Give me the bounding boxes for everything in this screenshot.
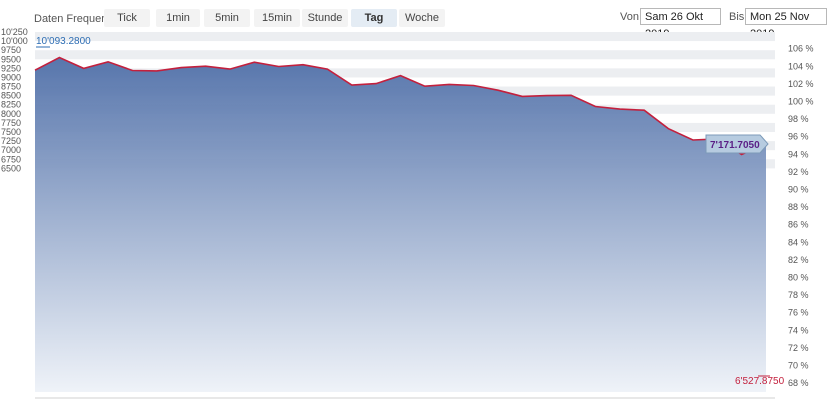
y-right-tick-label: 74 % xyxy=(788,325,809,335)
y-right-tick-label: 86 % xyxy=(788,220,809,230)
y-right-tick-label: 68 % xyxy=(788,378,809,388)
y-right-tick-label: 90 % xyxy=(788,185,809,195)
left-axis: 10'25010'0009750950092509000875085008250… xyxy=(1,27,28,173)
y-left-tick-label: 6500 xyxy=(1,163,21,173)
y-right-tick-label: 102 % xyxy=(788,79,814,89)
y-right-tick-label: 88 % xyxy=(788,202,809,212)
y-right-tick-label: 80 % xyxy=(788,273,809,283)
y-right-tick-label: 82 % xyxy=(788,255,809,265)
y-right-tick-label: 78 % xyxy=(788,290,809,300)
grid-band xyxy=(35,32,775,42)
price-chart: 10'25010'0009750950092509000875085008250… xyxy=(1,27,814,399)
y-right-tick-label: 72 % xyxy=(788,343,809,353)
min-value-label: 6'527.8750 xyxy=(735,376,785,387)
y-right-tick-label: 92 % xyxy=(788,167,809,177)
y-right-tick-label: 70 % xyxy=(788,361,809,371)
y-right-tick-label: 106 % xyxy=(788,44,814,54)
y-right-tick-label: 94 % xyxy=(788,149,809,159)
y-right-tick-label: 76 % xyxy=(788,308,809,318)
y-right-tick-label: 104 % xyxy=(788,61,814,71)
first-value-label: 10'093.2800 xyxy=(36,36,91,47)
last-value-label: 7'171.7050 xyxy=(710,140,760,151)
grid-band xyxy=(35,50,775,60)
y-right-tick-label: 84 % xyxy=(788,237,809,247)
right-axis: 106 % 104 % 102 % 100 % 98 % 96 % 94 % 92 % 90 %… xyxy=(788,44,814,388)
y-right-tick-label: 100 % xyxy=(788,97,814,107)
y-right-tick-label: 96 % xyxy=(788,132,809,142)
y-right-tick-label: 98 % xyxy=(788,114,809,124)
